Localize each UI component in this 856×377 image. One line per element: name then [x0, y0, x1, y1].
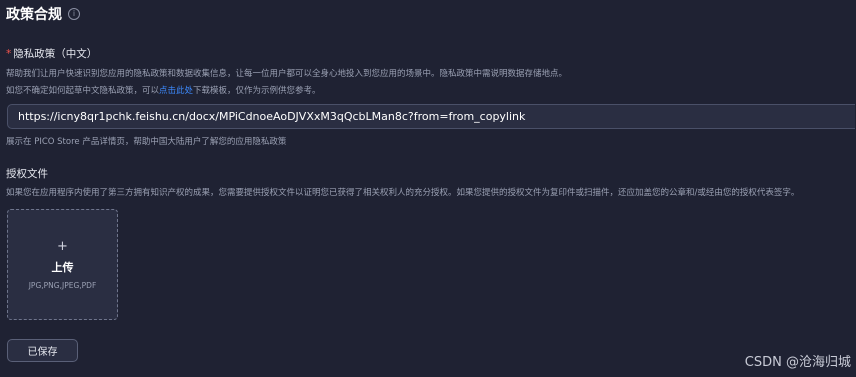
section-title: 政策合规 i [6, 4, 80, 24]
privacy-below-hint: 展示在 PICO Store 产品详情页，帮助中国大陆用户了解您的应用隐私政策 [6, 137, 287, 147]
privacy-policy-label: * 隐私政策（中文） [6, 46, 97, 61]
upload-formats: JPG,PNG,JPEG,PDF [28, 280, 97, 290]
upload-dropzone[interactable]: + 上传 JPG,PNG,JPEG,PDF [7, 209, 118, 320]
authorization-help: 如果您在应用程序内使用了第三方拥有知识产权的成果，您需要提供授权文件以证明您已获… [6, 188, 800, 198]
privacy-help-suffix: 下载模板，仅作为示例供您参考。 [193, 86, 321, 96]
privacy-help-line2: 如您不确定如何起草中文隐私政策，可以点击此处下载模板，仅作为示例供您参考。 [6, 84, 321, 96]
required-mark: * [6, 48, 12, 60]
section-title-text: 政策合规 [6, 7, 62, 23]
privacy-help-prefix: 如您不确定如何起草中文隐私政策，可以 [6, 86, 160, 96]
info-icon[interactable]: i [68, 8, 80, 20]
privacy-policy-label-text: 隐私政策（中文） [13, 48, 98, 60]
save-button[interactable]: 已保存 [7, 339, 78, 362]
authorization-file-label: 授权文件 [6, 168, 48, 180]
privacy-policy-url-input[interactable]: https://icny8qr1pchk.feishu.cn/docx/MPiC… [7, 104, 855, 129]
privacy-help-line1: 帮助我们让用户快速识别您应用的隐私政策和数据收集信息，让每一位用户都可以全身心地… [6, 69, 568, 79]
upload-label: 上传 [51, 260, 74, 274]
plus-icon: + [57, 238, 68, 254]
watermark: CSDN @沧海归城 [744, 355, 851, 370]
template-download-link[interactable]: 点击此处 [159, 86, 193, 96]
